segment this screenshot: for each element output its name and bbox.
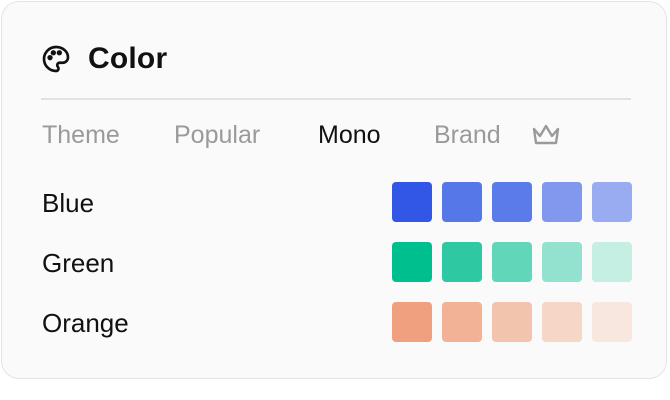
palette-label: Green bbox=[42, 248, 115, 278]
color-swatch[interactable] bbox=[592, 302, 632, 342]
color-swatch[interactable] bbox=[592, 182, 632, 222]
color-swatch[interactable] bbox=[442, 242, 482, 282]
color-swatch[interactable] bbox=[442, 302, 482, 342]
color-swatch[interactable] bbox=[542, 182, 582, 222]
tab-mono[interactable]: Mono bbox=[318, 116, 381, 154]
color-swatch[interactable] bbox=[392, 242, 432, 282]
color-swatch[interactable] bbox=[492, 242, 532, 282]
color-swatch[interactable] bbox=[542, 242, 582, 282]
tab-theme[interactable]: Theme bbox=[42, 116, 120, 154]
panel-title: Color bbox=[88, 42, 168, 75]
color-swatch[interactable] bbox=[542, 302, 582, 342]
color-swatch[interactable] bbox=[492, 182, 532, 222]
panel-header: Color bbox=[40, 40, 167, 78]
palette-row-blue: Blue bbox=[42, 182, 634, 224]
color-swatch[interactable] bbox=[592, 242, 632, 282]
color-panel: Color Theme Popular Mono Brand Blue Gree… bbox=[1, 1, 667, 379]
color-swatch[interactable] bbox=[392, 182, 432, 222]
tab-brand[interactable]: Brand bbox=[434, 116, 501, 154]
header-divider bbox=[41, 98, 631, 100]
palette-row-orange: Orange bbox=[42, 302, 634, 344]
crown-icon bbox=[530, 121, 562, 149]
palette-label: Orange bbox=[42, 308, 129, 338]
color-swatch[interactable] bbox=[492, 302, 532, 342]
color-swatch[interactable] bbox=[392, 302, 432, 342]
tab-popular[interactable]: Popular bbox=[174, 116, 260, 154]
palette-icon bbox=[40, 43, 72, 75]
palette-row-green: Green bbox=[42, 242, 634, 284]
color-swatch[interactable] bbox=[442, 182, 482, 222]
palette-label: Blue bbox=[42, 188, 95, 218]
